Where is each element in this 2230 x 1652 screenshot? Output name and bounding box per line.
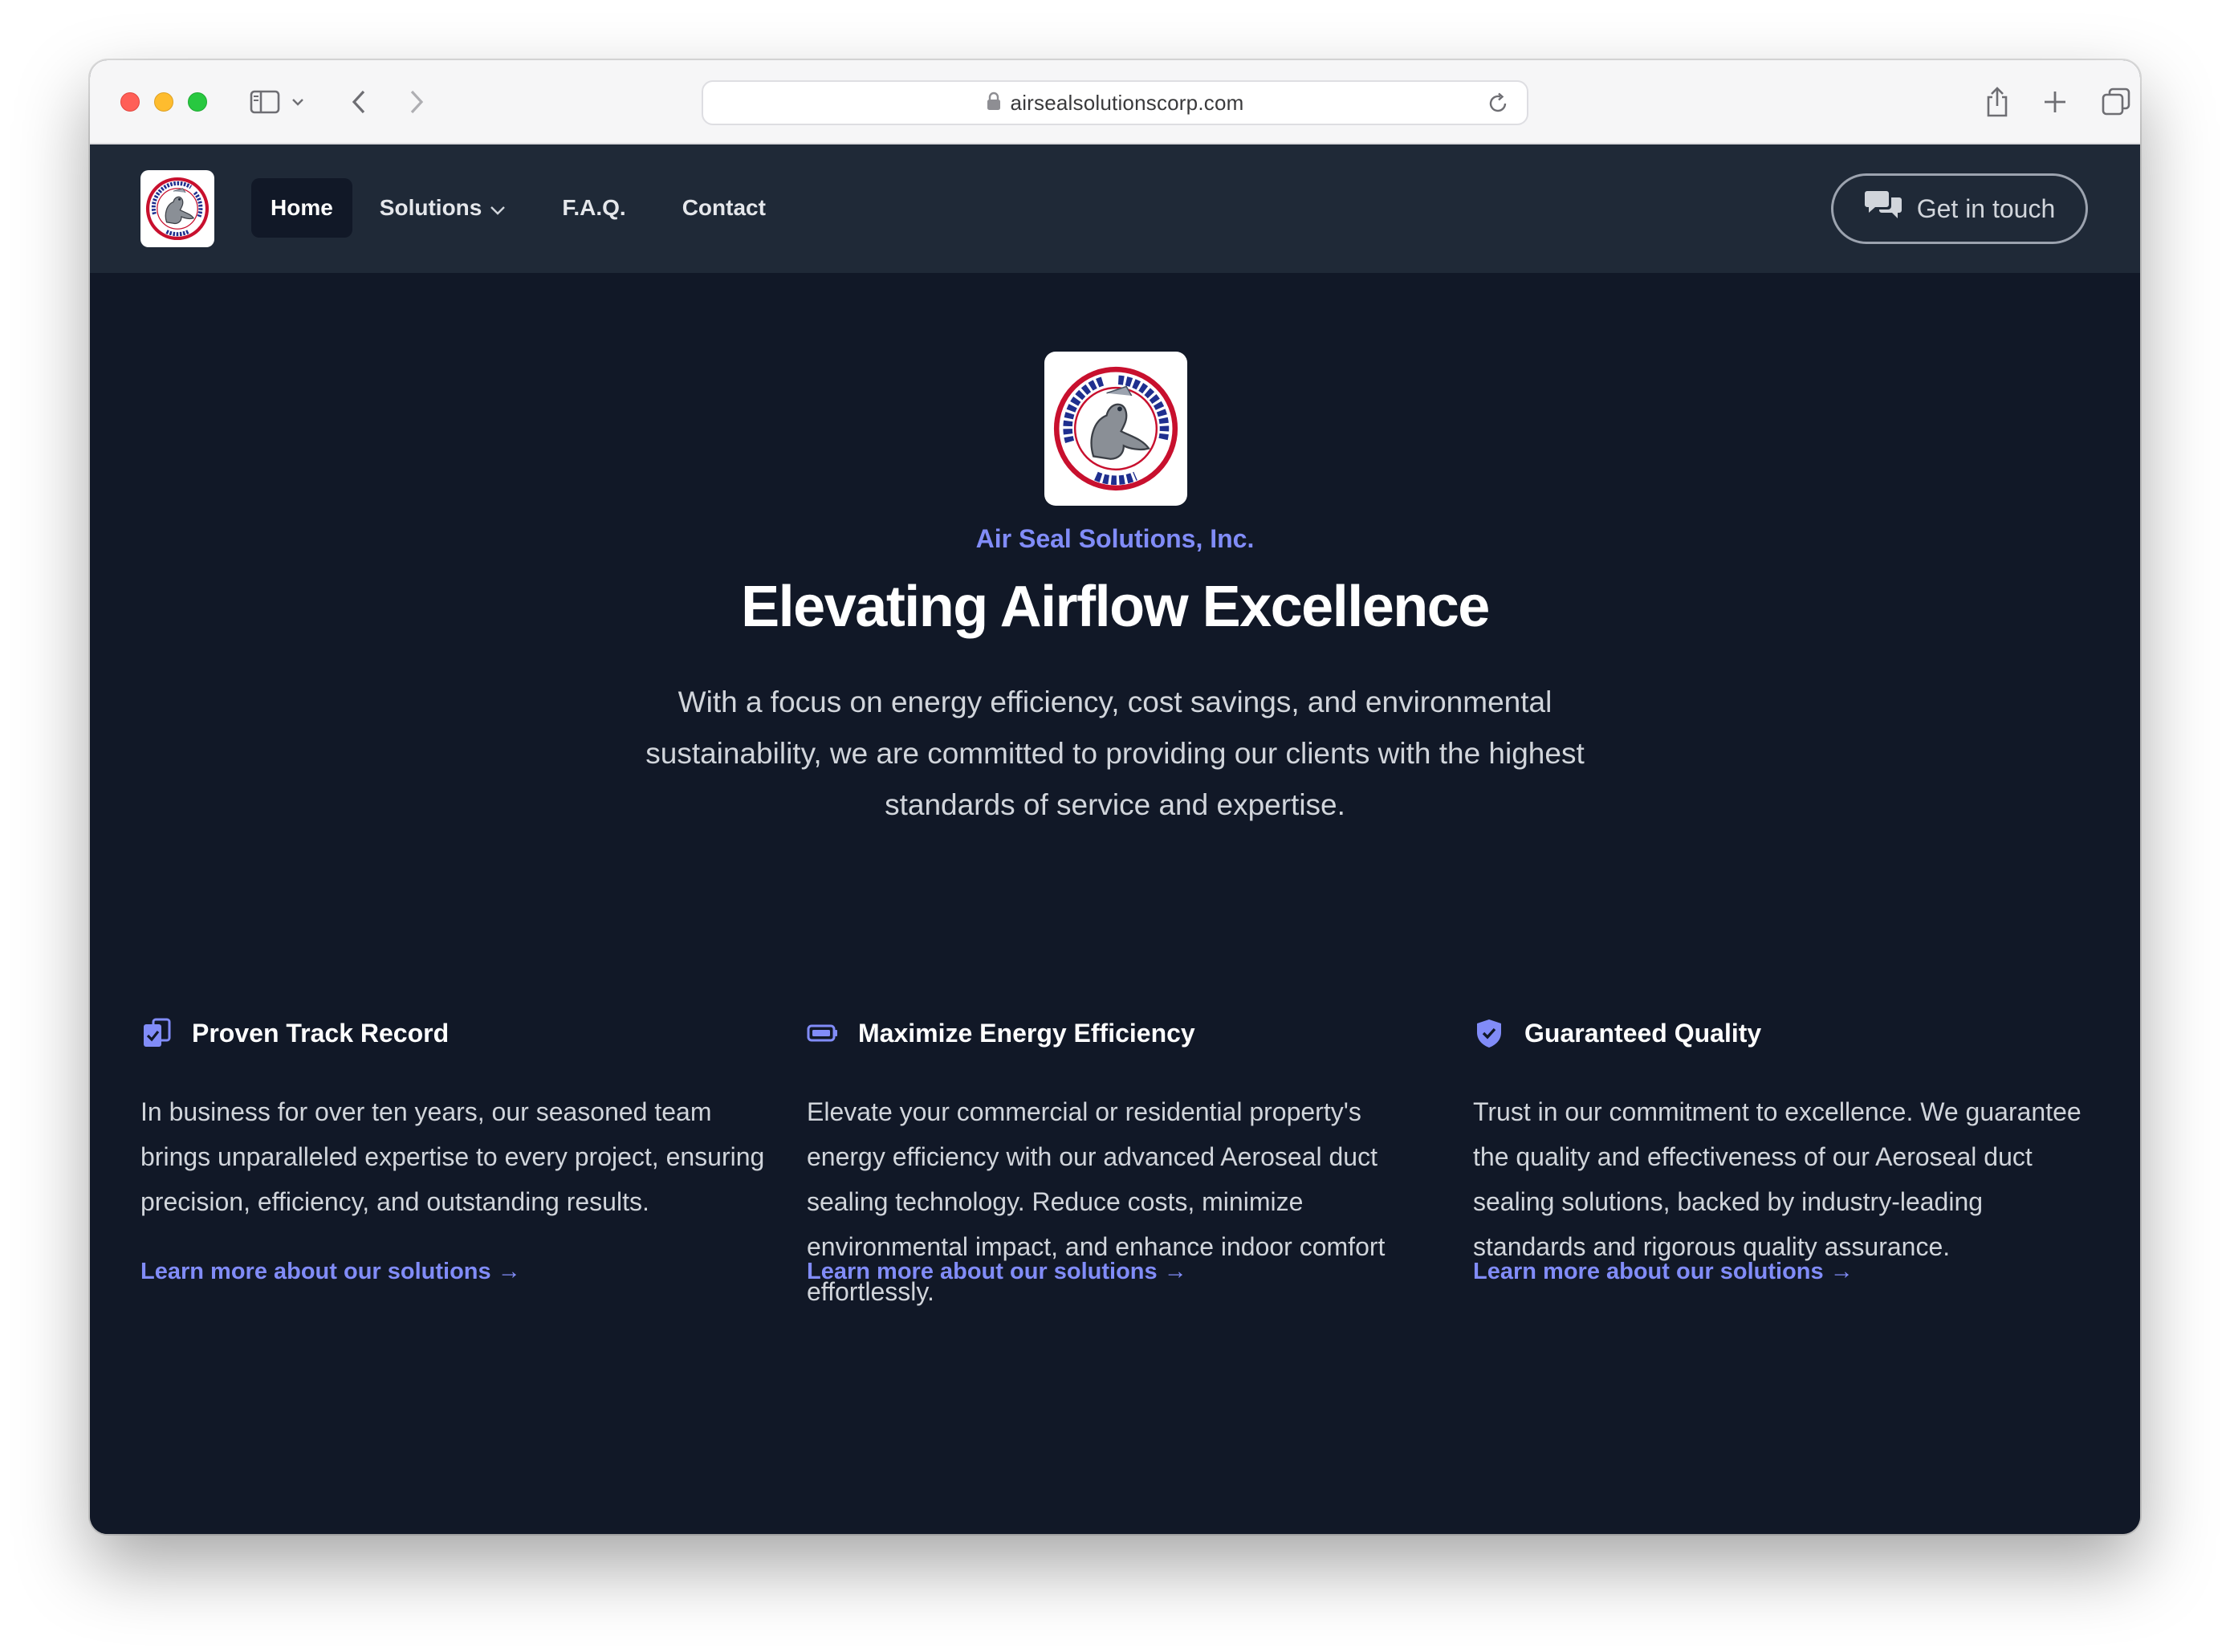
share-icon[interactable] bbox=[1983, 84, 2012, 120]
minimize-window-button[interactable] bbox=[154, 92, 173, 112]
feature-description: In business for over ten years, our seas… bbox=[140, 1097, 765, 1216]
address-bar[interactable]: airsealsolutionscorp.com bbox=[702, 80, 1528, 125]
nav-faq[interactable]: F.A.Q. bbox=[543, 178, 645, 238]
chevron-down-icon bbox=[490, 195, 506, 221]
zoom-window-button[interactable] bbox=[188, 92, 207, 112]
nav-solutions-label: Solutions bbox=[379, 195, 482, 220]
chat-bubbles-icon bbox=[1864, 189, 1902, 228]
get-in-touch-button[interactable]: Get in touch bbox=[1831, 173, 2088, 244]
url-text: airsealsolutionscorp.com bbox=[1010, 90, 1244, 115]
close-window-button[interactable] bbox=[120, 92, 140, 112]
browser-toolbar: airsealsolutionscorp.com bbox=[90, 60, 2140, 144]
nav-home-label: Home bbox=[271, 195, 333, 220]
battery-icon bbox=[807, 1017, 839, 1049]
feature-header: Guaranteed Quality bbox=[1473, 1009, 2099, 1057]
site-navbar: Home Solutions F.A.Q. Contact Get in tou… bbox=[90, 144, 2140, 273]
nav-contact[interactable]: Contact bbox=[663, 178, 785, 238]
nav-faq-label: F.A.Q. bbox=[562, 195, 626, 220]
feature-header: Maximize Energy Efficiency bbox=[807, 1009, 1433, 1057]
browser-window: airsealsolutionscorp.com Home Solutions … bbox=[90, 60, 2140, 1534]
hero-description: With a focus on energy efficiency, cost … bbox=[645, 686, 1585, 821]
feature-guaranteed-quality: Guaranteed Quality Trust in our commitme… bbox=[1473, 1009, 2099, 1269]
sidebar-toggle-icon[interactable] bbox=[247, 84, 283, 120]
chevron-down-icon[interactable] bbox=[289, 84, 307, 120]
tab-overview-icon[interactable] bbox=[2100, 84, 2132, 120]
feature-description: Trust in our commitment to excellence. W… bbox=[1473, 1097, 2081, 1261]
site-logo-link[interactable] bbox=[140, 170, 214, 247]
company-name: Air Seal Solutions, Inc. bbox=[975, 524, 1255, 553]
shield-check-icon bbox=[1473, 1017, 1505, 1049]
learn-more-link-1[interactable]: Learn more about our solutions → bbox=[140, 1259, 521, 1285]
nav-home[interactable]: Home bbox=[251, 178, 352, 238]
nav-contact-label: Contact bbox=[682, 195, 766, 220]
hero-logo bbox=[1044, 352, 1187, 506]
feature-header: Proven Track Record bbox=[140, 1009, 767, 1057]
new-tab-icon[interactable] bbox=[2041, 84, 2069, 120]
feature-title: Guaranteed Quality bbox=[1524, 1018, 1762, 1048]
forward-icon[interactable] bbox=[405, 84, 429, 120]
learn-more-link-3[interactable]: Learn more about our solutions → bbox=[1473, 1259, 1854, 1285]
page-title: Elevating Airflow Excellence bbox=[741, 575, 1490, 639]
feature-title: Maximize Energy Efficiency bbox=[858, 1018, 1195, 1048]
clipboard-check-icon bbox=[140, 1017, 173, 1049]
lock-icon bbox=[987, 92, 1001, 115]
company-logo-large bbox=[1053, 366, 1178, 491]
primary-nav: Home Solutions F.A.Q. Contact bbox=[251, 178, 785, 238]
company-logo bbox=[145, 177, 210, 241]
learn-more-link-2[interactable]: Learn more about our solutions → bbox=[807, 1259, 1187, 1285]
reload-icon[interactable] bbox=[1487, 92, 1509, 119]
feature-proven-track-record: Proven Track Record In business for over… bbox=[140, 1009, 767, 1224]
get-in-touch-label: Get in touch bbox=[1916, 193, 2056, 223]
web-page: Home Solutions F.A.Q. Contact Get in tou… bbox=[90, 144, 2140, 1534]
feature-title: Proven Track Record bbox=[192, 1018, 450, 1048]
back-icon[interactable] bbox=[347, 84, 371, 120]
nav-solutions[interactable]: Solutions bbox=[360, 178, 526, 238]
